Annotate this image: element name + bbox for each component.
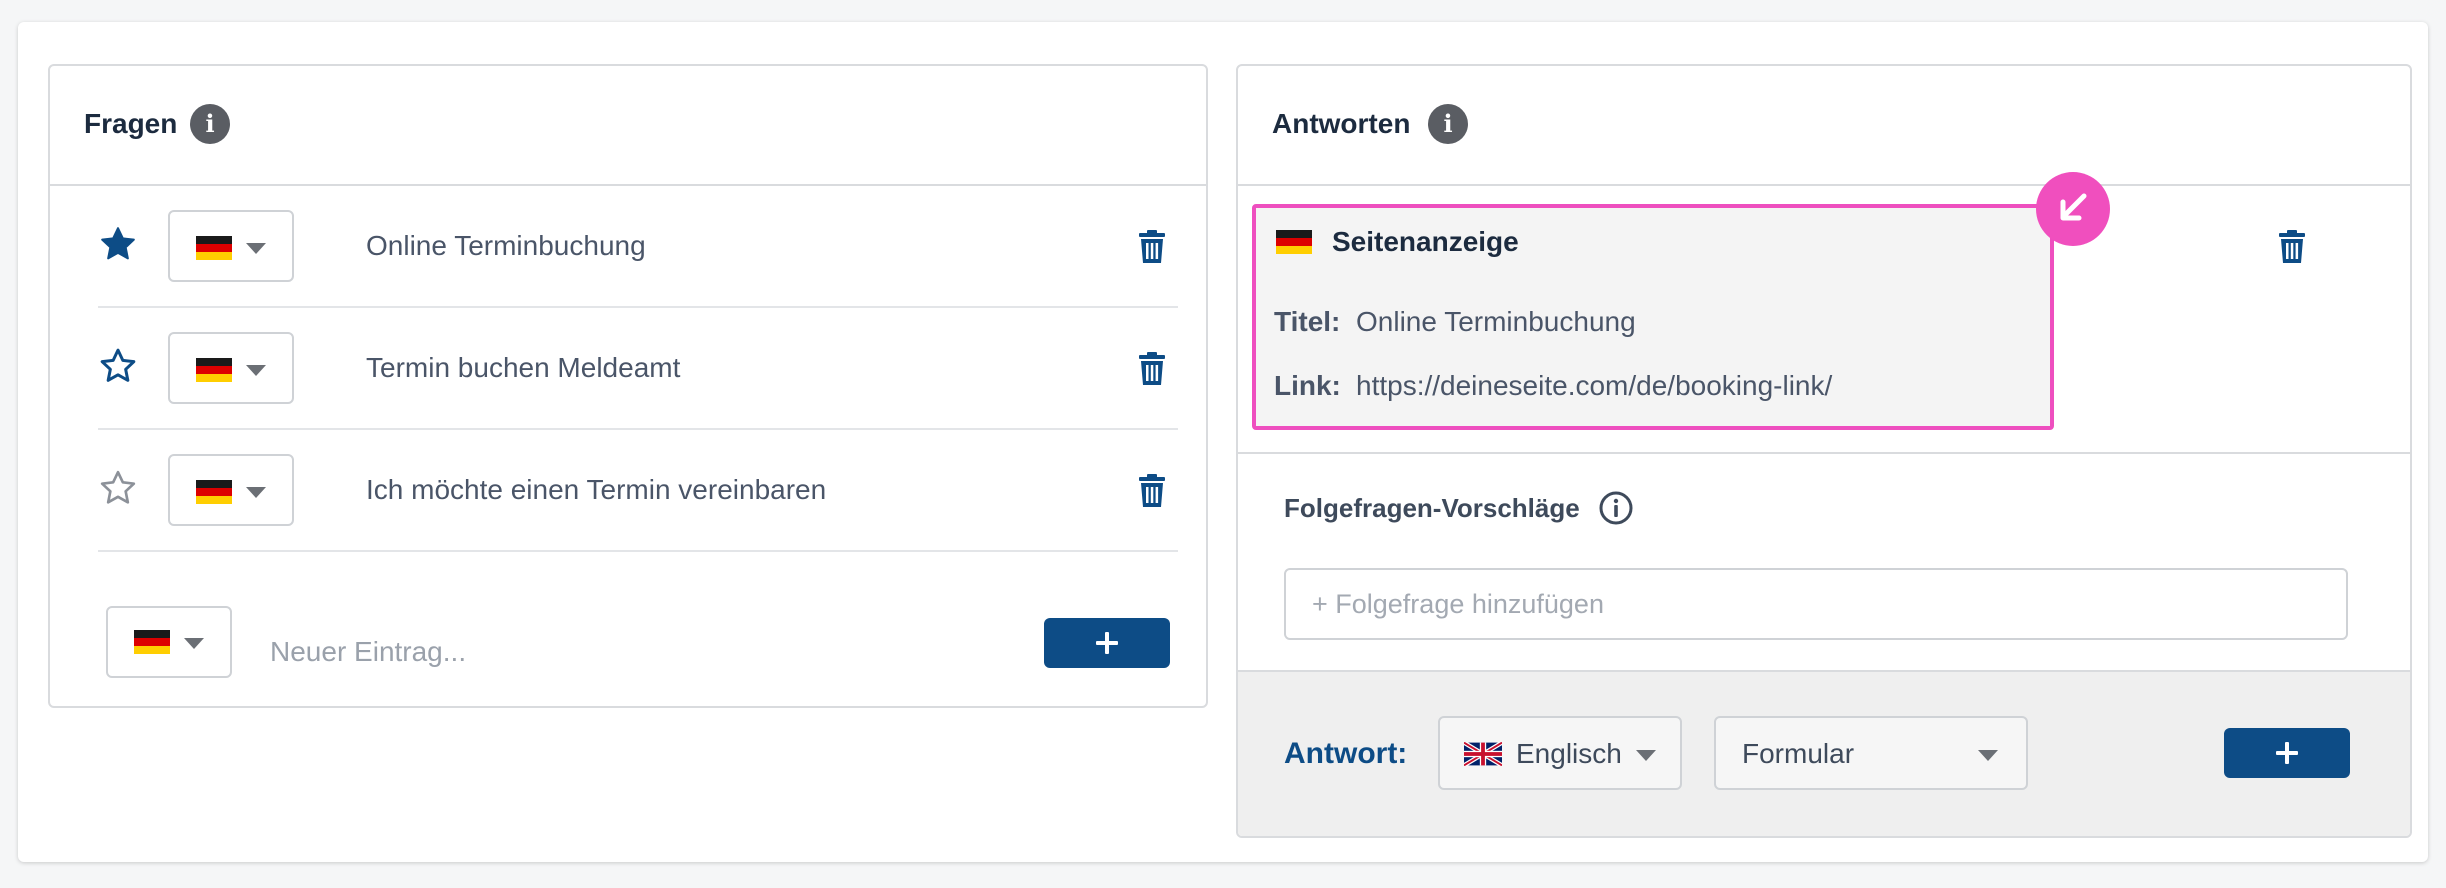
trash-icon[interactable]: [1138, 474, 1166, 508]
answer-card[interactable]: Seitenanzeige Titel: Online Terminbuchun…: [1252, 204, 2054, 430]
new-entry-language-select[interactable]: [106, 606, 232, 678]
trash-icon[interactable]: [1138, 352, 1166, 386]
answers-panel: Antworten i Seitenanzeige Titel: Online …: [1236, 64, 2412, 838]
question-row: Online Terminbuchung: [98, 186, 1178, 308]
add-question-button[interactable]: [1044, 618, 1170, 668]
chevron-down-icon: [246, 243, 266, 254]
question-row: Ich möchte einen Termin vereinbaren: [98, 430, 1178, 552]
chevron-down-icon: [1636, 750, 1656, 761]
de-flag-icon: [196, 236, 232, 260]
link-value[interactable]: https://deineseite.com/de/booking-link/: [1356, 366, 1832, 406]
questions-panel-title: Fragen: [84, 108, 178, 139]
link-label: Link:: [1274, 370, 1341, 401]
answers-panel-header: Antworten i: [1238, 66, 2410, 186]
plus-icon: [1096, 632, 1118, 654]
plus-icon: [2276, 742, 2298, 764]
answer-label: Antwort:: [1284, 737, 1408, 770]
de-flag-icon: [1276, 230, 1312, 254]
new-entry-input[interactable]: Neuer Eintrag...: [270, 632, 466, 672]
chevron-down-icon: [246, 487, 266, 498]
language-select[interactable]: [168, 210, 294, 282]
answer-language-select[interactable]: Englisch: [1438, 716, 1682, 790]
uk-flag-icon: [1464, 742, 1502, 766]
chevron-down-icon: [184, 638, 204, 649]
question-text[interactable]: Termin buchen Meldeamt: [366, 348, 680, 388]
chevron-down-icon: [246, 365, 266, 376]
arrow-down-left-icon: [2060, 193, 2087, 221]
question-text[interactable]: Online Terminbuchung: [366, 226, 646, 266]
question-row: Termin buchen Meldeamt: [98, 308, 1178, 430]
answer-type-select[interactable]: Formular: [1714, 716, 2028, 790]
answer-language-value: Englisch: [1516, 738, 1622, 769]
collapse-badge[interactable]: [2036, 172, 2110, 246]
star-outline-icon[interactable]: [98, 468, 138, 508]
title-label: Titel:: [1274, 306, 1341, 337]
de-flag-icon: [196, 358, 232, 382]
star-filled-icon[interactable]: [98, 224, 138, 264]
info-icon[interactable]: i: [1428, 104, 1468, 144]
followup-input[interactable]: [1284, 568, 2348, 640]
de-flag-icon: [196, 480, 232, 504]
questions-panel-header: Fragen i: [50, 66, 1206, 186]
trash-icon[interactable]: [2278, 230, 2306, 264]
answer-type-label: Seitenanzeige: [1332, 226, 1519, 257]
language-select[interactable]: [168, 454, 294, 526]
chevron-down-icon: [1978, 750, 1998, 761]
followup-label: Folgefragen-Vorschläge: [1284, 493, 1580, 523]
star-outline-icon[interactable]: [98, 346, 138, 386]
questions-panel: Fragen i Online Terminbuchung Termin buc…: [48, 64, 1208, 708]
answers-panel-title: Antworten: [1272, 108, 1411, 139]
question-text[interactable]: Ich möchte einen Termin vereinbaren: [366, 470, 826, 510]
language-select[interactable]: [168, 332, 294, 404]
title-value: Online Terminbuchung: [1356, 306, 1636, 337]
answer-type-value: Formular: [1742, 738, 1855, 769]
add-answer-button[interactable]: [2224, 728, 2350, 778]
info-outline-icon[interactable]: [1598, 490, 1634, 526]
de-flag-icon: [134, 630, 170, 654]
answer-footer: Antwort: Englisch Formular: [1238, 670, 2410, 836]
answer-section: Seitenanzeige Titel: Online Terminbuchun…: [1238, 172, 2410, 454]
trash-icon[interactable]: [1138, 230, 1166, 264]
main-card: Fragen i Online Terminbuchung Termin buc…: [18, 22, 2428, 862]
info-icon[interactable]: i: [190, 104, 230, 144]
